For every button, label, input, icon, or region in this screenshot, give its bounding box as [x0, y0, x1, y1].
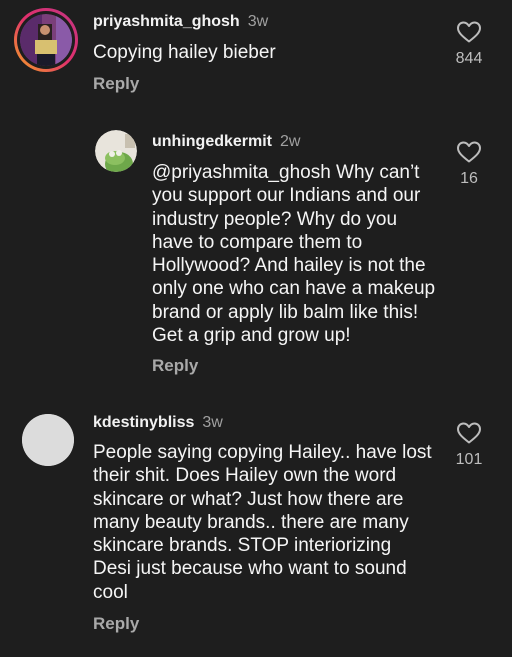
comment-text: @priyashmita_ghosh Why can’t you support…: [152, 162, 436, 347]
like-count: 101: [455, 451, 483, 468]
reply-button[interactable]: Reply: [152, 356, 198, 376]
heart-outline-icon: [457, 21, 481, 43]
like-button[interactable]: 101: [445, 421, 493, 469]
comment-header: kdestinybliss 3w: [93, 413, 223, 433]
comment-header: priyashmita_ghosh 3w: [93, 12, 268, 32]
avatar[interactable]: [22, 414, 74, 466]
kermit-photo-avatar: [95, 130, 137, 172]
comments-thread: priyashmita_ghosh 3w Copying hailey biebe…: [0, 0, 512, 657]
timestamp: 2w: [280, 133, 301, 150]
timestamp: 3w: [202, 414, 223, 431]
user-photo-avatar: [20, 14, 72, 66]
timestamp: 3w: [247, 13, 269, 30]
reply-button[interactable]: Reply: [93, 74, 139, 94]
username[interactable]: unhingedkermit: [152, 133, 272, 150]
reply-button[interactable]: Reply: [93, 614, 139, 634]
comment-text: Copying hailey bieber: [93, 42, 276, 63]
username[interactable]: kdestinybliss: [93, 414, 194, 431]
heart-outline-icon: [457, 141, 481, 163]
like-button[interactable]: 16: [445, 140, 493, 188]
like-button[interactable]: 844: [445, 20, 493, 68]
username[interactable]: priyashmita_ghosh: [93, 13, 240, 30]
like-count: 844: [455, 50, 483, 67]
avatar-story-ring[interactable]: [14, 8, 78, 72]
heart-outline-icon: [457, 422, 481, 444]
comment-header: unhingedkermit 2w: [152, 132, 300, 152]
comment-text: People saying copying Hailey.. have lost…: [93, 442, 432, 603]
default-avatar: [22, 414, 74, 466]
avatar[interactable]: [95, 130, 137, 172]
like-count: 16: [460, 170, 478, 187]
